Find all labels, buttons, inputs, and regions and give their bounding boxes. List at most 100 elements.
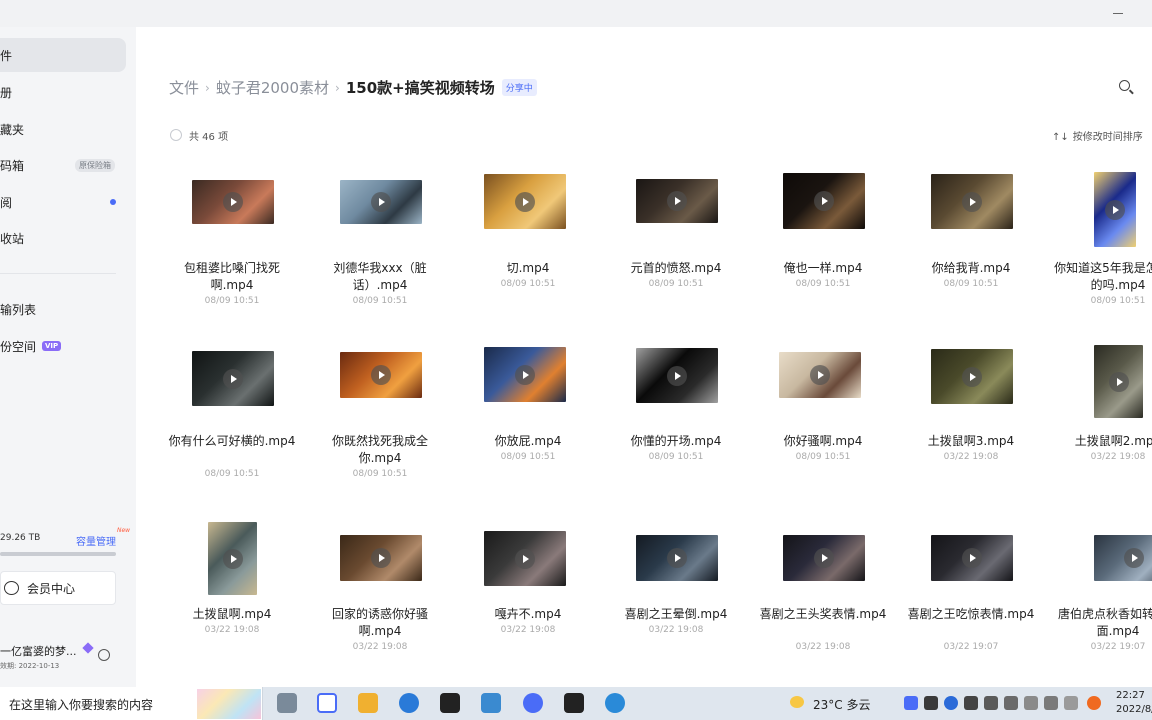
file-item[interactable]: 切.mp4 08/09 10:51 bbox=[463, 172, 593, 332]
file-item[interactable]: 嘎卉不.mp4 03/22 19:08 bbox=[463, 518, 593, 678]
tray-shield-icon[interactable] bbox=[904, 696, 918, 710]
video-thumbnail[interactable] bbox=[340, 352, 422, 398]
video-thumbnail[interactable] bbox=[340, 180, 422, 224]
settings-icon[interactable] bbox=[98, 649, 110, 661]
minimize-button[interactable] bbox=[1113, 13, 1123, 14]
app-blue-icon[interactable] bbox=[481, 693, 501, 713]
video-thumbnail[interactable] bbox=[1094, 345, 1143, 418]
video-thumbnail[interactable] bbox=[340, 535, 422, 581]
video-thumbnail[interactable] bbox=[484, 347, 566, 402]
user-profile[interactable]: 一亿富婆的梦... 效期: 2022-10-13 bbox=[0, 641, 136, 675]
video-thumbnail[interactable] bbox=[783, 535, 865, 581]
video-thumbnail[interactable] bbox=[1094, 172, 1136, 247]
tray-circle-icon[interactable] bbox=[944, 696, 958, 710]
tray-app-icon[interactable] bbox=[924, 696, 938, 710]
tray-volume-icon[interactable] bbox=[1044, 696, 1058, 710]
video-thumbnail[interactable] bbox=[783, 173, 865, 229]
app-circle-icon[interactable] bbox=[523, 693, 543, 713]
tray-battery-icon[interactable] bbox=[1004, 696, 1018, 710]
video-thumbnail[interactable] bbox=[931, 174, 1013, 229]
file-name[interactable]: 你知道这5年我是怎么过的吗.mp4 bbox=[1053, 260, 1152, 294]
file-item[interactable]: 刘德华我xxx（脏话）.mp4 08/09 10:51 bbox=[315, 172, 445, 332]
video-thumbnail[interactable] bbox=[484, 531, 566, 586]
select-all-checkbox[interactable] bbox=[170, 129, 182, 141]
video-thumbnail[interactable] bbox=[931, 535, 1013, 581]
file-item[interactable]: 包租婆比嗓门找死啊.mp4 08/09 10:51 bbox=[167, 172, 297, 332]
file-name[interactable]: 你有什么可好横的.mp4 bbox=[167, 433, 297, 450]
video-thumbnail[interactable] bbox=[931, 349, 1013, 404]
file-name[interactable]: 俺也一样.mp4 bbox=[758, 260, 888, 277]
file-name[interactable]: 土拨鼠啊3.mp4 bbox=[906, 433, 1036, 450]
file-item[interactable]: 你有什么可好横的.mp4 08/09 10:51 bbox=[167, 345, 297, 505]
sidebar-item-backup-space[interactable]: 份空间 VIP bbox=[0, 329, 126, 363]
file-item[interactable]: 喜剧之王头奖表情.mp4 03/22 19:08 bbox=[758, 518, 888, 678]
file-item[interactable]: 土拨鼠啊3.mp4 03/22 19:08 bbox=[906, 345, 1036, 505]
tray-security-icon[interactable] bbox=[984, 696, 998, 710]
quota-manage-link[interactable]: 容量管理 bbox=[76, 533, 116, 548]
file-name[interactable]: 切.mp4 bbox=[463, 260, 593, 277]
baidu-netdisk-icon[interactable] bbox=[317, 693, 337, 713]
tray-notification-icon[interactable] bbox=[1087, 696, 1101, 710]
file-name[interactable]: 喜剧之王吃惊表情.mp4 bbox=[906, 606, 1036, 623]
video-thumbnail[interactable] bbox=[636, 179, 718, 223]
sidebar-item-subscribe[interactable]: 阅 bbox=[0, 185, 126, 219]
video-thumbnail[interactable] bbox=[636, 535, 718, 581]
file-name[interactable]: 回家的诱惑你好骚啊.mp4 bbox=[315, 606, 445, 640]
breadcrumb-item[interactable]: 文件 bbox=[169, 77, 199, 98]
file-name[interactable]: 喜剧之王头奖表情.mp4 bbox=[758, 606, 888, 623]
video-thumbnail[interactable] bbox=[192, 180, 274, 224]
file-name[interactable]: 你既然找死我成全你.mp4 bbox=[315, 433, 445, 467]
file-name[interactable]: 你给我背.mp4 bbox=[906, 260, 1036, 277]
tray-wifi-icon[interactable] bbox=[1024, 696, 1038, 710]
tray-mic-icon[interactable] bbox=[964, 696, 978, 710]
app-g-icon[interactable] bbox=[440, 693, 460, 713]
video-thumbnail[interactable] bbox=[636, 348, 718, 403]
file-name[interactable]: 包租婆比嗓门找死啊.mp4 bbox=[167, 260, 297, 294]
sidebar-item-favorites[interactable]: 藏夹 bbox=[0, 112, 126, 146]
file-name[interactable]: 土拨鼠啊2.mp4 bbox=[1053, 433, 1152, 450]
sort-button[interactable]: ↑↓ 按修改时间排序 bbox=[1052, 128, 1143, 143]
file-name[interactable]: 你好骚啊.mp4 bbox=[758, 433, 888, 450]
file-name[interactable]: 土拨鼠啊.mp4 bbox=[167, 606, 297, 623]
member-center-button[interactable]: 会员中心 bbox=[0, 571, 116, 605]
file-name[interactable]: 唐伯虎点秋香如转头画面.mp4 bbox=[1053, 606, 1152, 640]
file-item[interactable]: 喜剧之王晕倒.mp4 03/22 19:08 bbox=[611, 518, 741, 678]
file-name[interactable]: 刘德华我xxx（脏话）.mp4 bbox=[315, 260, 445, 294]
file-item[interactable]: 元首的愤怒.mp4 08/09 10:51 bbox=[611, 172, 741, 332]
file-item[interactable]: 喜剧之王吃惊表情.mp4 03/22 19:07 bbox=[906, 518, 1036, 678]
file-item[interactable]: 土拨鼠啊2.mp4 03/22 19:08 bbox=[1053, 345, 1152, 505]
file-item[interactable]: 回家的诱惑你好骚啊.mp4 03/22 19:08 bbox=[315, 518, 445, 678]
taskbar-clock[interactable]: 22:27 2022/8/ bbox=[1116, 689, 1152, 717]
video-thumbnail[interactable] bbox=[1094, 535, 1152, 581]
app-video-icon[interactable] bbox=[564, 693, 584, 713]
weather-text[interactable]: 23°C 多云 bbox=[813, 696, 870, 713]
sidebar-item-transfer-list[interactable]: 输列表 bbox=[0, 292, 126, 326]
video-thumbnail[interactable] bbox=[208, 522, 257, 595]
file-item[interactable]: 你给我背.mp4 08/09 10:51 bbox=[906, 172, 1036, 332]
video-thumbnail[interactable] bbox=[192, 351, 274, 406]
file-item[interactable]: 俺也一样.mp4 08/09 10:51 bbox=[758, 172, 888, 332]
sidebar-item-safe-box[interactable]: 码箱 原保险箱 bbox=[0, 148, 126, 182]
sidebar-item-recycle-bin[interactable]: 收站 bbox=[0, 221, 126, 255]
video-thumbnail[interactable] bbox=[779, 352, 861, 398]
sidebar-item-album[interactable]: 册 bbox=[0, 75, 126, 109]
file-item[interactable]: 你懂的开场.mp4 08/09 10:51 bbox=[611, 345, 741, 505]
file-item[interactable]: 你放屁.mp4 08/09 10:51 bbox=[463, 345, 593, 505]
edge-browser-icon[interactable] bbox=[399, 693, 419, 713]
file-name[interactable]: 嘎卉不.mp4 bbox=[463, 606, 593, 623]
file-item[interactable]: 你知道这5年我是怎么过的吗.mp4 08/09 10:51 bbox=[1053, 172, 1152, 332]
sidebar-item-files[interactable]: 件 bbox=[0, 38, 126, 72]
tray-ime-icon[interactable] bbox=[1064, 696, 1078, 710]
file-name[interactable]: 你放屁.mp4 bbox=[463, 433, 593, 450]
video-thumbnail[interactable] bbox=[484, 174, 566, 229]
search-button[interactable] bbox=[1119, 80, 1135, 96]
file-item[interactable]: 唐伯虎点秋香如转头画面.mp4 03/22 19:07 bbox=[1053, 518, 1152, 678]
file-name[interactable]: 元首的愤怒.mp4 bbox=[611, 260, 741, 277]
file-item[interactable]: 你既然找死我成全你.mp4 08/09 10:51 bbox=[315, 345, 445, 505]
breadcrumb-item[interactable]: 蚊子君2000素材 bbox=[216, 77, 329, 98]
file-item[interactable]: 土拨鼠啊.mp4 03/22 19:08 bbox=[167, 518, 297, 678]
mic-app-icon[interactable] bbox=[277, 693, 297, 713]
app-cloud-icon[interactable] bbox=[605, 693, 625, 713]
file-name[interactable]: 你懂的开场.mp4 bbox=[611, 433, 741, 450]
taskbar-search-box[interactable]: 在这里输入你要搜索的内容 bbox=[0, 687, 263, 720]
